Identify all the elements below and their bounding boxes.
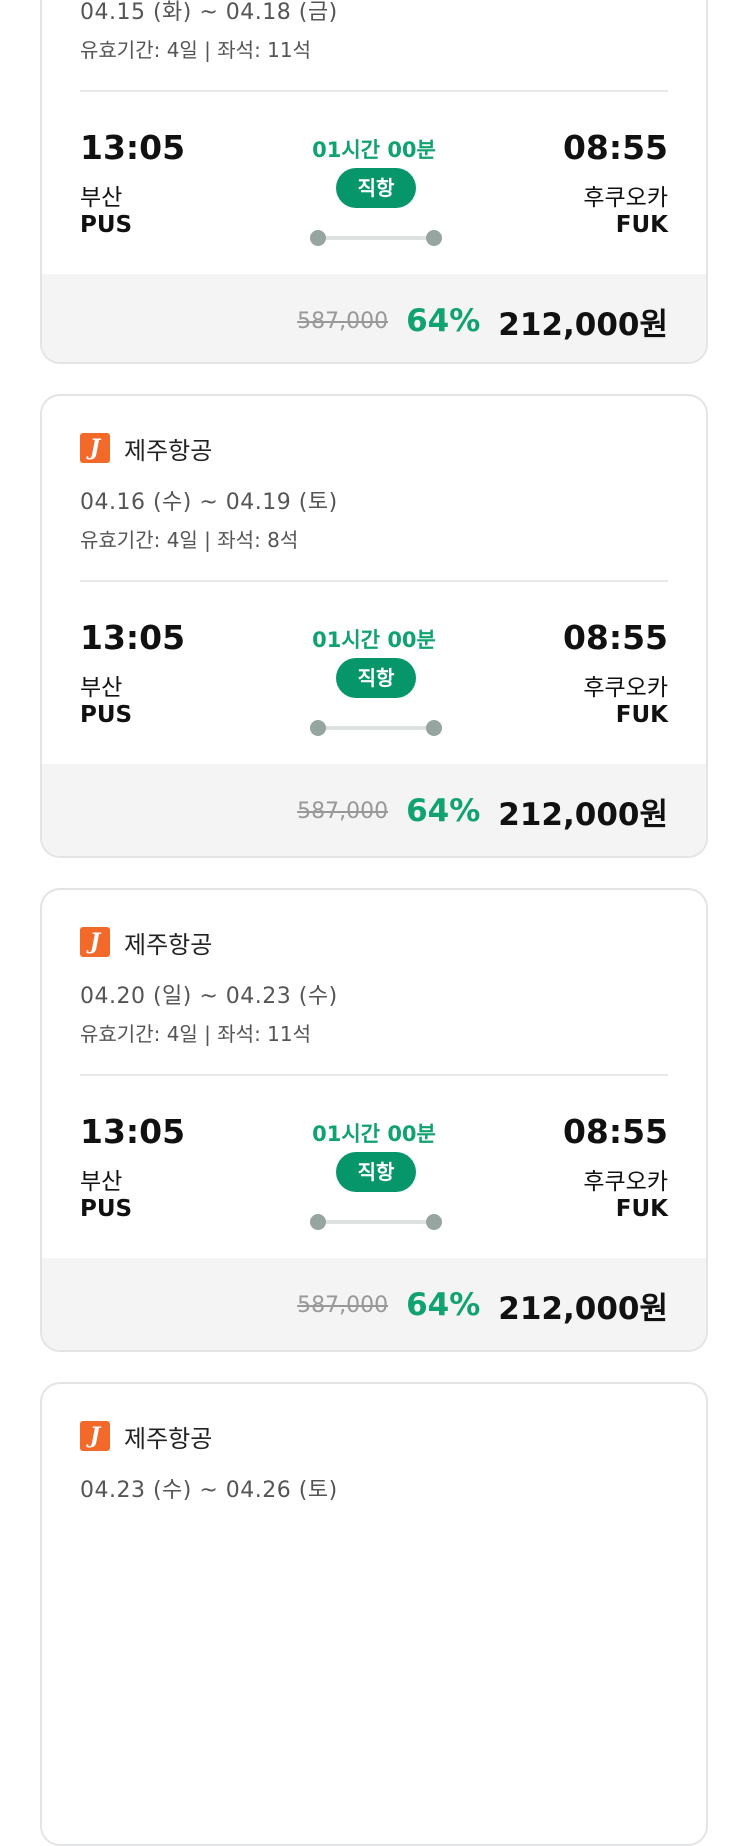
departure-city: 부산 (80, 675, 123, 701)
route-line (310, 230, 442, 246)
departure-code: PUS (80, 702, 133, 728)
departure-code: PUS (80, 1196, 133, 1222)
route-end-dot (426, 230, 442, 246)
direct-badge: 직항 (336, 168, 416, 208)
validity-seats: 유효기간: 4일 | 좌석: 8석 (80, 528, 299, 552)
arrival-city: 후쿠오카 (583, 675, 668, 701)
airline-row: J 제주항공 (80, 926, 213, 959)
original-price: 587,000 (297, 1292, 389, 1318)
flight-info: 13:05 부산 PUS 01시간 00분 직항 08:55 후쿠오카 FUK (42, 1074, 706, 1258)
flight-info: 13:05 부산 PUS 01시간 00분 직항 08:55 후쿠오카 FUK (42, 90, 706, 274)
flight-card[interactable]: 04.15 (화) ~ 04.18 (금) 유효기간: 4일 | 좌석: 11석… (40, 0, 708, 364)
route-line (310, 1214, 442, 1230)
airline-name: 제주항공 (124, 930, 213, 959)
travel-dates: 04.23 (수) ~ 04.26 (토) (80, 1478, 338, 1503)
final-price: 212,000원 (498, 796, 668, 833)
discount-rate: 64% (406, 1287, 481, 1323)
route-end-dot (426, 720, 442, 736)
route-start-dot (310, 230, 326, 246)
arrival-time: 08:55 (562, 128, 668, 167)
price-bar: 587,000 64% 212,000원 (42, 1258, 706, 1350)
departure-city: 부산 (80, 185, 123, 211)
original-price: 587,000 (297, 798, 389, 824)
arrival-code: FUK (615, 212, 668, 238)
route-start-dot (310, 1214, 326, 1230)
travel-dates: 04.15 (화) ~ 04.18 (금) (80, 0, 338, 25)
validity-seats: 유효기간: 4일 | 좌석: 11석 (80, 1022, 312, 1046)
final-price: 212,000원 (498, 306, 668, 343)
route-end-dot (426, 1214, 442, 1230)
direct-badge: 직항 (336, 658, 416, 698)
travel-dates: 04.20 (일) ~ 04.23 (수) (80, 984, 338, 1009)
final-price: 212,000원 (498, 1290, 668, 1327)
airline-logo-icon: J (80, 1421, 110, 1451)
route-line (310, 720, 442, 736)
flight-card[interactable]: J 제주항공 04.23 (수) ~ 04.26 (토) (40, 1382, 708, 1846)
arrival-time: 08:55 (562, 1112, 668, 1151)
arrival-city: 후쿠오카 (583, 185, 668, 211)
discount-rate: 64% (406, 793, 481, 829)
direct-badge: 직항 (336, 1152, 416, 1192)
flight-card[interactable]: J 제주항공 04.20 (일) ~ 04.23 (수) 유효기간: 4일 | … (40, 888, 708, 1352)
airline-name: 제주항공 (124, 436, 213, 465)
arrival-time: 08:55 (562, 618, 668, 657)
airline-row: J 제주항공 (80, 432, 213, 465)
discount-rate: 64% (406, 303, 481, 339)
price-bar: 587,000 64% 212,000원 (42, 764, 706, 856)
departure-code: PUS (80, 212, 133, 238)
original-price: 587,000 (297, 308, 389, 334)
flight-card[interactable]: J 제주항공 04.16 (수) ~ 04.19 (토) 유효기간: 4일 | … (40, 394, 708, 858)
validity-seats: 유효기간: 4일 | 좌석: 11석 (80, 38, 312, 62)
arrival-city: 후쿠오카 (583, 1169, 668, 1195)
price-bar: 587,000 64% 212,000원 (42, 274, 706, 362)
airline-logo-icon: J (80, 433, 110, 463)
travel-dates: 04.16 (수) ~ 04.19 (토) (80, 490, 338, 515)
flight-info: 13:05 부산 PUS 01시간 00분 직항 08:55 후쿠오카 FUK (42, 580, 706, 764)
airline-logo-icon: J (80, 927, 110, 957)
arrival-code: FUK (615, 702, 668, 728)
airline-name: 제주항공 (124, 1424, 213, 1453)
route-start-dot (310, 720, 326, 736)
departure-city: 부산 (80, 1169, 123, 1195)
airline-row: J 제주항공 (80, 1420, 213, 1453)
arrival-code: FUK (615, 1196, 668, 1222)
